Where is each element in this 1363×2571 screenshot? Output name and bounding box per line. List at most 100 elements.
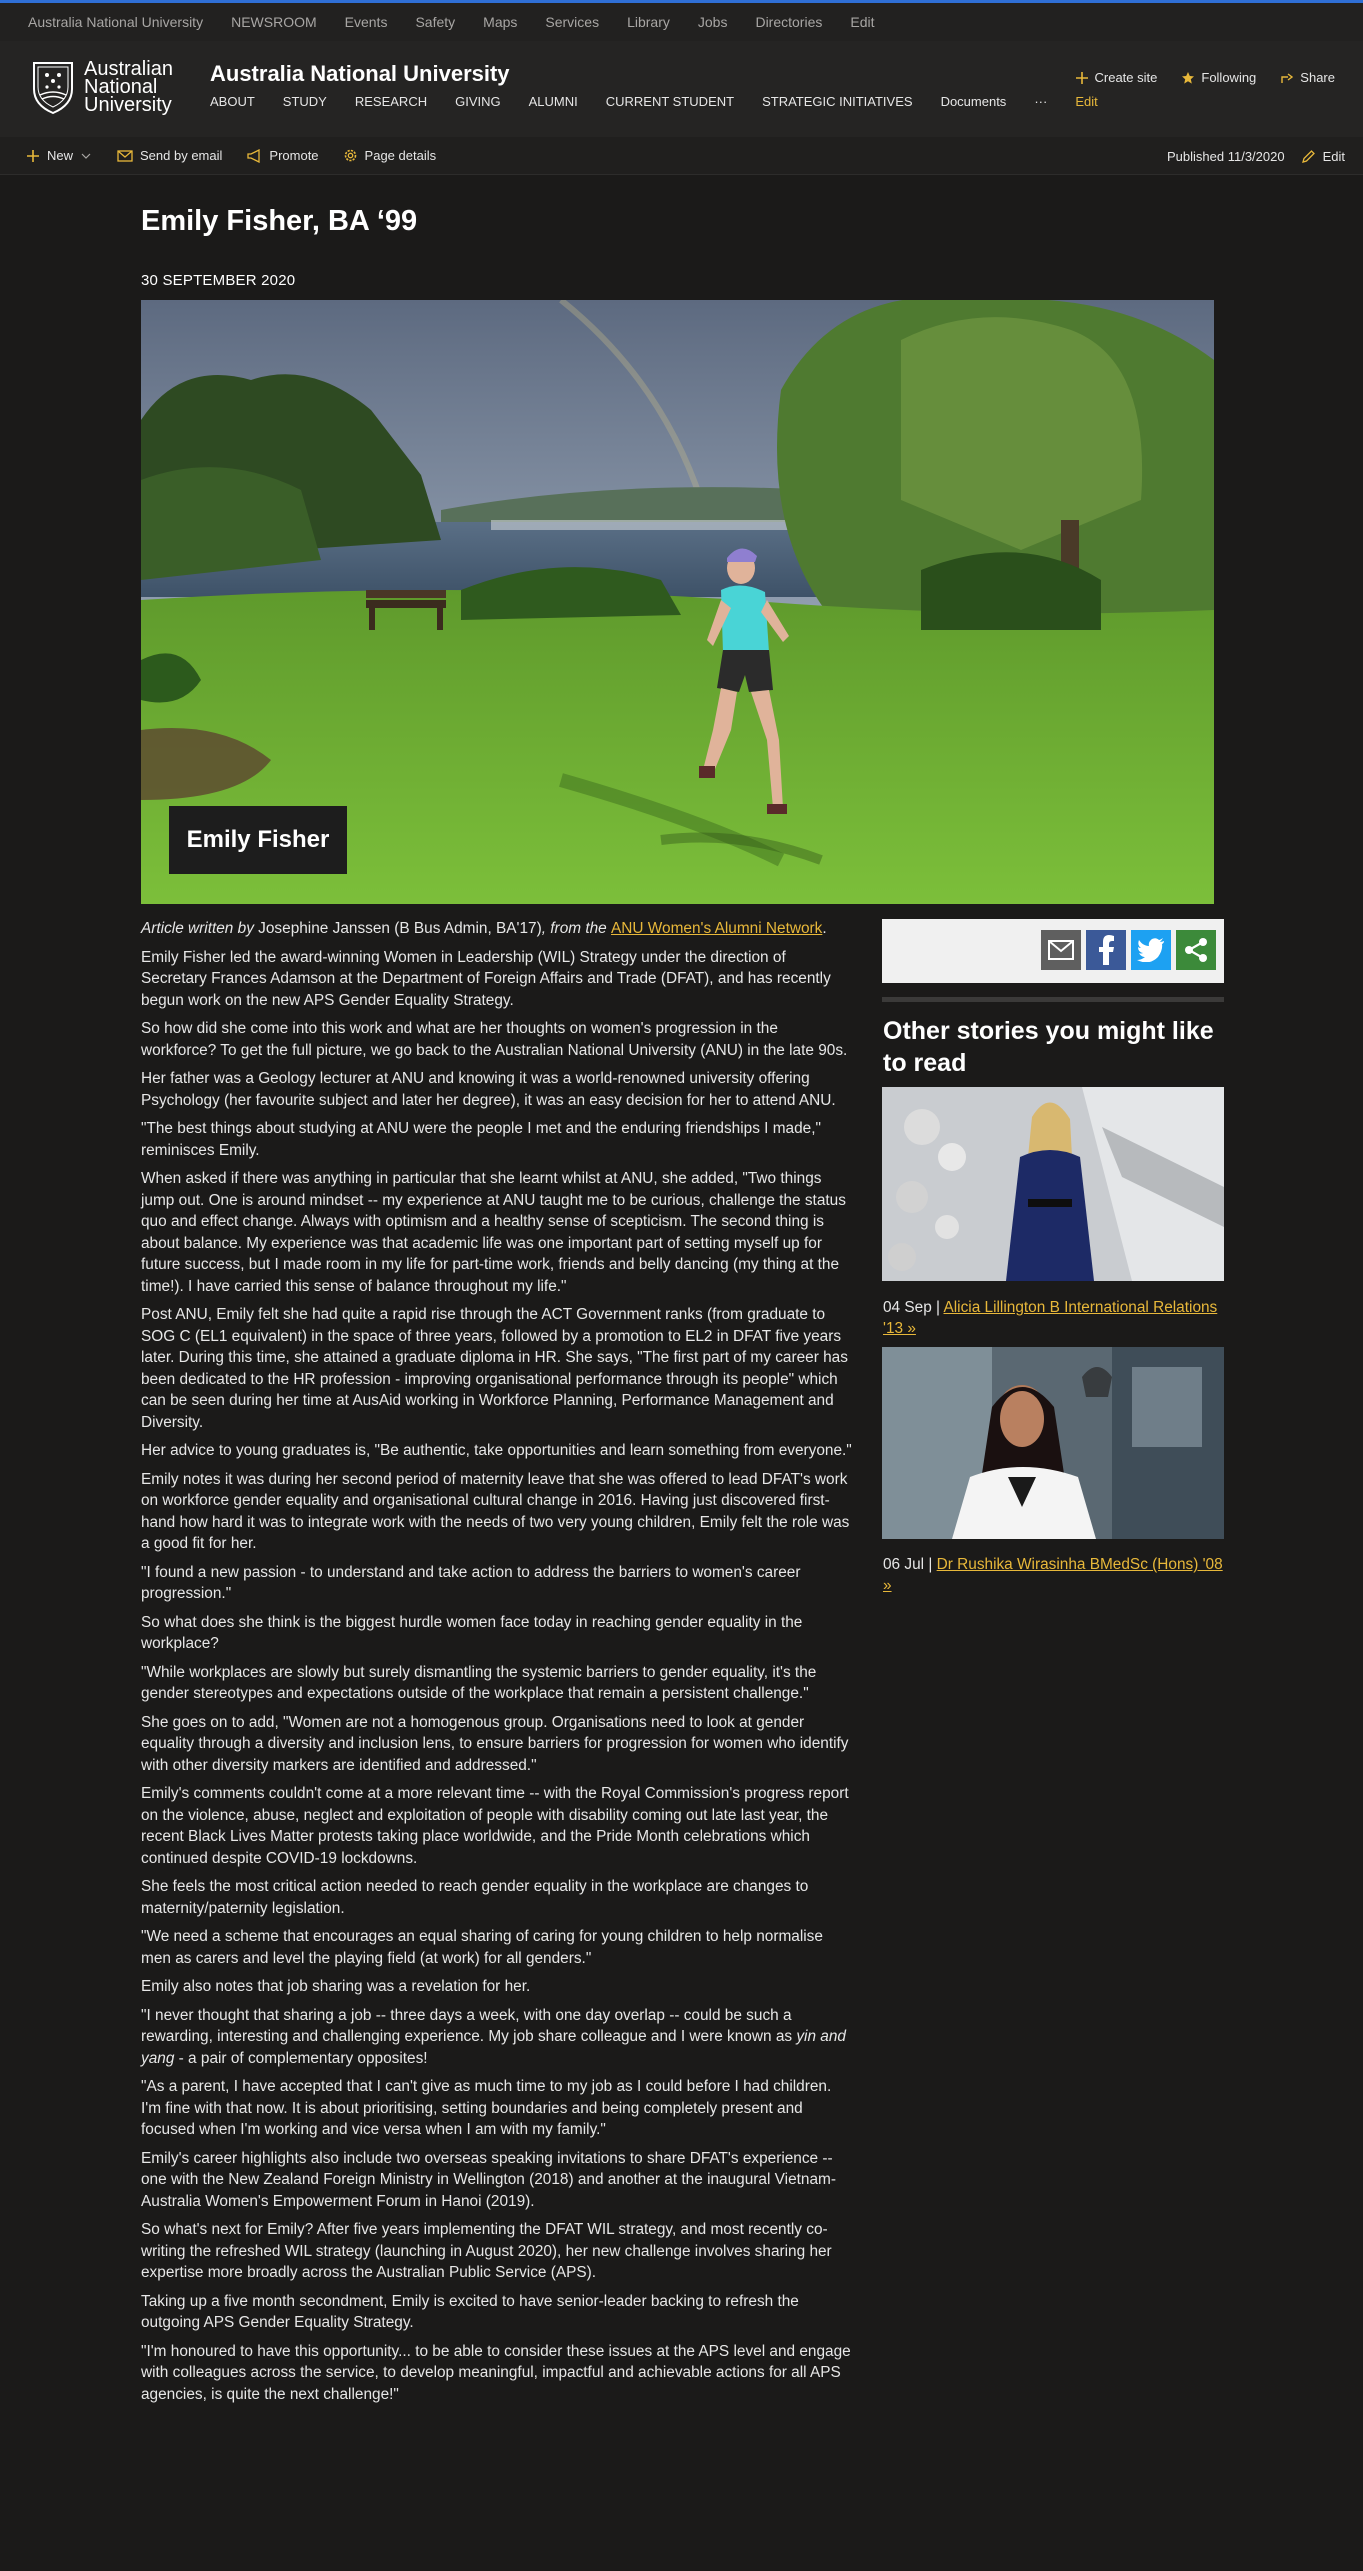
article-paragraph: "While workplaces are slowly but surely … bbox=[141, 1663, 817, 1703]
article-paragraph: "We need a scheme that encourages an equ… bbox=[141, 1928, 823, 1967]
article-paragraph: So what's next for Emily? After five yea… bbox=[141, 2221, 832, 2281]
article-paragraph: So how did she come into this work and w… bbox=[141, 1020, 848, 1059]
nav-edit-link[interactable]: Edit bbox=[1075, 94, 1097, 109]
hub-edit-link[interactable]: Edit bbox=[850, 14, 874, 30]
article-paragraph: Emily also notes that job sharing was a … bbox=[141, 1978, 531, 1995]
social-share-box bbox=[882, 919, 1224, 983]
send-by-email-button[interactable]: Send by email bbox=[117, 148, 222, 163]
send-by-email-label: Send by email bbox=[140, 148, 223, 163]
hub-link-services[interactable]: Services bbox=[545, 14, 599, 30]
pencil-icon bbox=[1301, 149, 1315, 163]
job-share-quote-start: "I never thought that sharing a job -- t… bbox=[141, 2006, 797, 2046]
story-1-date: 04 Sep | bbox=[883, 1299, 944, 1316]
hub-link-library[interactable]: Library bbox=[627, 14, 670, 30]
nav-giving[interactable]: GIVING bbox=[455, 94, 501, 109]
nav-current-student[interactable]: CURRENT STUDENT bbox=[606, 94, 734, 109]
facebook-share-icon[interactable] bbox=[1086, 930, 1126, 970]
promote-button[interactable]: Promote bbox=[246, 148, 319, 163]
article-paragraph: Taking up a five month secondment, Emily… bbox=[141, 2292, 799, 2332]
hub-link-directories[interactable]: Directories bbox=[755, 14, 822, 30]
site-title[interactable]: Australia National University bbox=[210, 61, 510, 87]
article-paragraph: So what does she think is the biggest hu… bbox=[141, 1613, 803, 1653]
command-bar-right: Published 11/3/2020 Edit bbox=[1167, 137, 1345, 175]
byline-author: Josephine Janssen (B Bus Admin, BA'17) bbox=[253, 920, 542, 937]
article-paragraph: Emily's comments couldn't come at a more… bbox=[141, 1785, 849, 1867]
story-2-date: 06 Jul | bbox=[883, 1556, 937, 1573]
site-navigation: ABOUT STUDY RESEARCH GIVING ALUMNI CURRE… bbox=[210, 94, 1126, 109]
anu-crest-icon bbox=[33, 62, 73, 115]
command-bar: New Send by email Promote Page details P… bbox=[0, 137, 1363, 175]
article-paragraph: "I found a new passion - to understand a… bbox=[141, 1563, 801, 1603]
byline-prefix: Article written by bbox=[141, 920, 254, 937]
create-site-button[interactable]: Create site bbox=[1075, 70, 1158, 85]
twitter-share-icon[interactable] bbox=[1131, 930, 1171, 970]
story-1-text: 04 Sep | Alicia Lillington B Internation… bbox=[883, 1297, 1223, 1339]
sidebar-divider bbox=[882, 997, 1224, 1002]
page-details-button[interactable]: Page details bbox=[343, 148, 437, 163]
create-site-label: Create site bbox=[1094, 70, 1158, 85]
article-paragraph: She feels the most critical action neede… bbox=[141, 1878, 809, 1917]
hub-link-maps[interactable]: Maps bbox=[483, 14, 517, 30]
nav-more-button[interactable]: ··· bbox=[1034, 94, 1047, 109]
hub-link-anu[interactable]: Australia National University bbox=[28, 14, 203, 30]
edit-page-label: Edit bbox=[1322, 148, 1345, 164]
article-paragraph: Post ANU, Emily felt she had quite a rap… bbox=[141, 1306, 848, 1431]
hub-link-newsroom[interactable]: NEWSROOM bbox=[231, 14, 317, 30]
nav-alumni[interactable]: ALUMNI bbox=[529, 94, 578, 109]
star-icon bbox=[1182, 71, 1195, 84]
plus-icon bbox=[27, 149, 39, 162]
nav-study[interactable]: STUDY bbox=[283, 94, 327, 109]
publish-date: 30 SEPTEMBER 2020 bbox=[141, 272, 296, 289]
share-social-icon[interactable] bbox=[1176, 930, 1216, 970]
story-image-alicia[interactable] bbox=[882, 1087, 1224, 1281]
photo-woman-in-white-jacket bbox=[882, 1347, 1224, 1539]
hub-link-jobs[interactable]: Jobs bbox=[698, 14, 728, 30]
anu-logo[interactable]: Australian National University bbox=[28, 57, 192, 117]
photo-woman-in-blue-dress bbox=[882, 1087, 1224, 1281]
story-image-rushika[interactable] bbox=[882, 1347, 1224, 1539]
promote-label: Promote bbox=[269, 148, 319, 163]
nav-research[interactable]: RESEARCH bbox=[355, 94, 427, 109]
job-share-quote-end: - a pair of complementary opposites! bbox=[174, 2049, 428, 2067]
article-paragraph: When asked if there was anything in part… bbox=[141, 1170, 846, 1295]
nav-strategic-initiatives[interactable]: STRATEGIC INITIATIVES bbox=[762, 94, 912, 109]
following-label: Following bbox=[1201, 70, 1257, 85]
chevron-down-icon bbox=[81, 153, 91, 159]
email-share-icon[interactable] bbox=[1041, 930, 1081, 970]
article-paragraph: "As a parent, I have accepted that I can… bbox=[141, 2078, 832, 2138]
nav-documents[interactable]: Documents bbox=[941, 94, 1007, 109]
womens-alumni-network-link[interactable]: ANU Women's Alumni Network bbox=[611, 920, 822, 937]
edit-page-button[interactable]: Edit bbox=[1301, 149, 1345, 164]
plus-icon bbox=[1075, 71, 1088, 84]
article-byline: Article written by Josephine Janssen (B … bbox=[141, 918, 853, 940]
article-paragraph: "The best things about studying at ANU w… bbox=[141, 1120, 821, 1159]
share-site-button[interactable]: Share bbox=[1280, 70, 1335, 85]
article-paragraph: Her father was a Geology lecturer at ANU… bbox=[141, 1070, 836, 1109]
other-stories-heading: Other stories you might like to read bbox=[883, 1017, 1214, 1077]
published-status: Published 11/3/2020 bbox=[1167, 148, 1285, 164]
page-title: Emily Fisher, BA ‘99 bbox=[141, 205, 418, 237]
story-2-text: 06 Jul | Dr Rushika Wirasinha BMedSc (Ho… bbox=[883, 1554, 1223, 1596]
article-paragraph: Emily Fisher led the award-winning Women… bbox=[141, 948, 831, 1009]
megaphone-icon bbox=[247, 148, 261, 163]
nav-about[interactable]: ABOUT bbox=[210, 94, 255, 109]
mail-icon bbox=[117, 149, 133, 162]
article-paragraph: She goes on to add, "Women are not a hom… bbox=[141, 1713, 849, 1774]
article-body: Article written by Josephine Janssen (B … bbox=[141, 918, 853, 2412]
hub-navigation-bar: Australia National University NEWSROOM E… bbox=[0, 3, 1363, 41]
logo-line-3: University bbox=[84, 94, 172, 116]
hub-link-safety[interactable]: Safety bbox=[415, 14, 455, 30]
following-button[interactable]: Following bbox=[1181, 70, 1256, 85]
hub-link-events[interactable]: Events bbox=[345, 14, 388, 30]
page-details-label: Page details bbox=[364, 148, 437, 163]
share-icon bbox=[1281, 72, 1294, 83]
byline-mid: , from the bbox=[541, 920, 612, 937]
article-paragraph: Emily's career highlights also include t… bbox=[141, 2149, 836, 2210]
hero-caption: Emily Fisher bbox=[169, 806, 347, 874]
article-paragraph: Emily notes it was during her second per… bbox=[141, 1470, 850, 1553]
gear-icon bbox=[344, 149, 356, 162]
hero-image: Emily Fisher bbox=[141, 300, 1214, 904]
article-paragraph: Her advice to young graduates is, "Be au… bbox=[141, 1442, 852, 1459]
site-actions: Create site Following Share bbox=[1051, 70, 1335, 85]
new-button[interactable]: New bbox=[26, 148, 93, 163]
